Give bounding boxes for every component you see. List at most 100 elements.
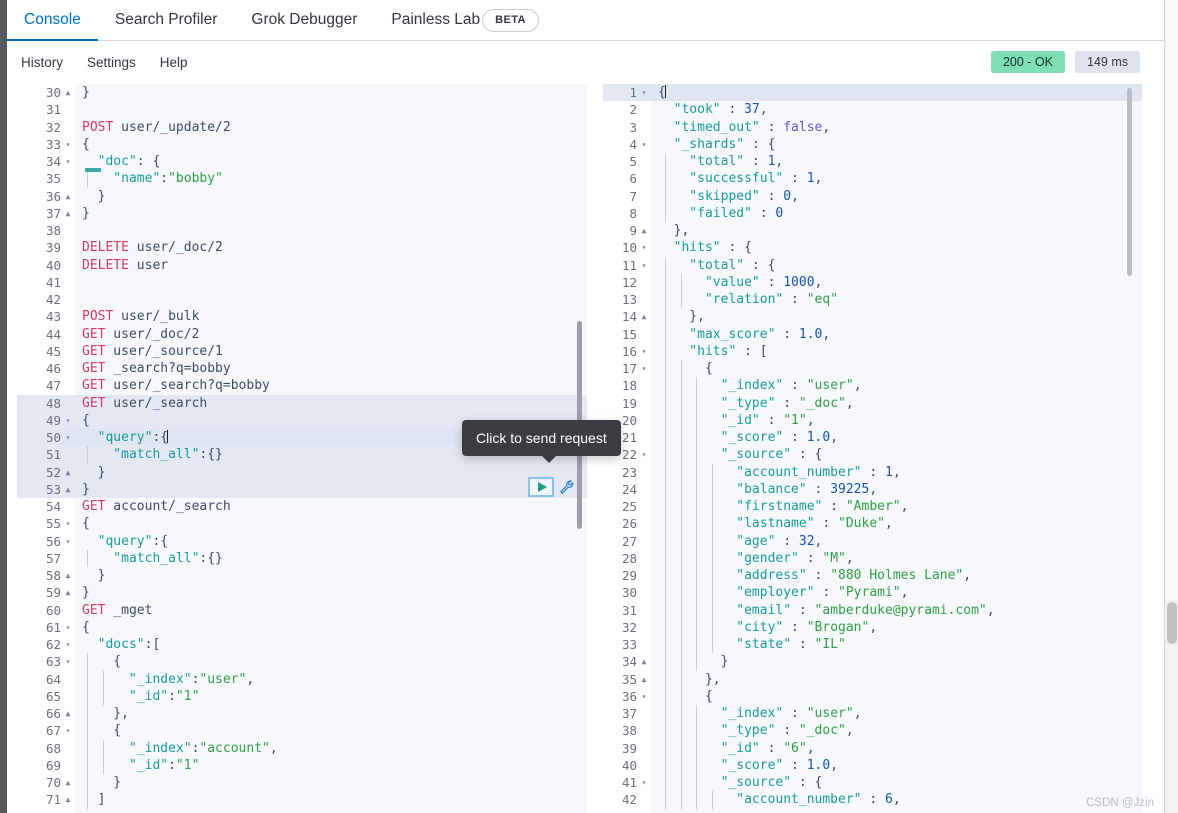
browser-scrollbar-thumb[interactable] [1167, 602, 1177, 644]
code-line[interactable]: 59 ▲} [17, 584, 587, 601]
fold-toggle-icon[interactable]: ▲ [637, 308, 651, 325]
code-line[interactable]: 54 GET account/_search [17, 498, 587, 515]
code-line[interactable]: 16 ▾ "hits" : [ [603, 342, 1142, 360]
tab-search-profiler[interactable]: Search Profiler [98, 0, 235, 41]
code-line[interactable]: 14 ▲ }, [603, 308, 1142, 326]
code-line[interactable]: 70 ▲ } [17, 774, 587, 792]
code-line[interactable]: 17 ▾ { [603, 360, 1142, 378]
code-line[interactable]: 57 "match_all":{} [17, 549, 587, 567]
code-line[interactable]: 32 "city" : "Brogan", [603, 618, 1142, 636]
fold-toggle-icon[interactable]: ▲ [61, 705, 75, 722]
fold-toggle-icon[interactable]: ▾ [61, 722, 75, 739]
code-line[interactable]: 27 "age" : 32, [603, 532, 1142, 550]
code-line[interactable]: 39 DELETE user/_doc/2 [17, 239, 587, 256]
code-line[interactable]: 55 ▾ { [17, 515, 587, 532]
code-line[interactable]: 31 "email" : "amberduke@pyrami.com", [603, 601, 1142, 619]
code-line[interactable]: 63 ▾ { [17, 653, 587, 671]
response-editor-scrollbar[interactable] [1127, 88, 1132, 276]
code-line[interactable]: 19 "_type" : "_doc", [603, 394, 1142, 412]
code-line[interactable]: 13 "relation" : "eq" [603, 291, 1142, 309]
code-line[interactable]: 34 ▲ } [603, 653, 1142, 671]
fold-toggle-icon[interactable]: ▾ [637, 239, 651, 256]
fold-toggle-icon[interactable]: ▲ [637, 671, 651, 688]
code-line[interactable]: 47 GET user/_search?q=bobby [17, 377, 587, 394]
code-line[interactable]: 6 "successful" : 1, [603, 170, 1142, 188]
code-line[interactable]: 3 "timed_out" : false, [603, 119, 1142, 136]
code-line[interactable]: 10 ▾ "hits" : { [603, 239, 1142, 256]
code-line[interactable]: 4 ▾ "_shards" : { [603, 136, 1142, 153]
code-line[interactable]: 37 "_index" : "user", [603, 705, 1142, 723]
code-line[interactable]: 22 ▾ "_source" : { [603, 446, 1142, 464]
code-line[interactable]: 20 "_id" : "1", [603, 411, 1142, 429]
code-line[interactable]: 68 "_index":"account", [17, 739, 587, 757]
fold-toggle-icon[interactable]: ▾ [61, 653, 75, 670]
code-line[interactable]: 30 ▲} [17, 84, 587, 101]
fold-toggle-icon[interactable]: ▲ [61, 567, 75, 584]
code-line[interactable]: 31 [17, 101, 587, 118]
code-line[interactable]: 26 "lastname" : "Duke", [603, 515, 1142, 533]
code-line[interactable]: 40 DELETE user [17, 257, 587, 274]
submenu-item-help[interactable]: Help [160, 55, 188, 70]
code-line[interactable]: 52 ▲ } [17, 463, 587, 481]
fold-toggle-icon[interactable]: ▲ [61, 84, 75, 101]
code-line[interactable]: 15 "max_score" : 1.0, [603, 325, 1142, 343]
code-line[interactable]: 37 ▲} [17, 205, 587, 222]
response-editor-code[interactable]: 1 ▾{2 "took" : 37, 3 "timed_out" : false, 4… [603, 84, 1142, 813]
code-line[interactable]: 60 GET _mget [17, 602, 587, 619]
fold-toggle-icon[interactable]: ▲ [61, 188, 75, 205]
code-line[interactable]: 18 "_index" : "user", [603, 377, 1142, 395]
code-line[interactable]: 71 ▲ ] [17, 791, 587, 809]
code-line[interactable]: 41 ▾ "_source" : { [603, 774, 1142, 792]
code-line[interactable]: 5 "total" : 1, [603, 153, 1142, 171]
code-line[interactable]: 38 [17, 222, 587, 239]
code-line[interactable]: 45 GET user/_source/1 [17, 343, 587, 360]
code-line[interactable]: 39 "_id" : "6", [603, 739, 1142, 757]
code-line[interactable]: 44 GET user/_doc/2 [17, 326, 587, 343]
fold-toggle-icon[interactable]: ▲ [637, 653, 651, 670]
code-line[interactable]: 11 ▾ "total" : { [603, 256, 1142, 274]
fold-toggle-icon[interactable]: ▲ [61, 774, 75, 791]
fold-toggle-icon[interactable]: ▲ [637, 222, 651, 239]
code-line[interactable]: 7 "skipped" : 0, [603, 187, 1142, 205]
fold-toggle-icon[interactable]: ▾ [61, 429, 75, 446]
code-line[interactable]: 61 ▾ { [17, 619, 587, 636]
code-line[interactable]: 9 ▲ }, [603, 222, 1142, 239]
code-line[interactable]: 46 GET _search?q=bobby [17, 360, 587, 377]
code-line[interactable]: 58 ▲ } [17, 567, 587, 584]
submenu-item-settings[interactable]: Settings [87, 55, 136, 70]
fold-toggle-icon[interactable]: ▲ [61, 584, 75, 601]
fold-toggle-icon[interactable]: ▾ [637, 688, 651, 705]
browser-scrollbar[interactable] [1164, 0, 1178, 813]
code-line[interactable]: 42 [17, 291, 587, 308]
tab-console[interactable]: Console [7, 0, 98, 42]
fold-toggle-icon[interactable]: ▾ [61, 153, 75, 170]
code-line[interactable]: 35 ▲ }, [603, 670, 1142, 688]
fold-toggle-icon[interactable]: ▾ [61, 533, 75, 550]
code-line[interactable]: 48 GET user/_search [17, 394, 587, 412]
fold-toggle-icon[interactable]: ▲ [61, 481, 75, 498]
code-line[interactable]: 2 "took" : 37, [603, 101, 1142, 118]
response-editor-pane[interactable]: 1 ▾{2 "took" : 37, 3 "timed_out" : false, 4… [603, 84, 1142, 813]
code-line[interactable]: 25 "firstname" : "Amber", [603, 498, 1142, 516]
fold-toggle-icon[interactable]: ▾ [637, 257, 651, 274]
code-line[interactable]: 66 ▲ }, [17, 705, 587, 723]
fold-toggle-icon[interactable]: ▾ [61, 136, 75, 153]
send-request-play-icon[interactable] [528, 477, 554, 497]
fold-toggle-icon[interactable]: ▾ [637, 136, 651, 153]
code-line[interactable]: 8 "failed" : 0 [603, 204, 1142, 222]
code-line[interactable]: 28 "gender" : "M", [603, 549, 1142, 567]
wrench-icon[interactable] [558, 479, 575, 496]
fold-toggle-icon[interactable]: ▾ [637, 343, 651, 360]
code-line[interactable]: 64 "_index":"user", [17, 670, 587, 688]
fold-toggle-icon[interactable]: ▾ [61, 619, 75, 636]
fold-toggle-icon[interactable]: ▲ [61, 791, 75, 808]
code-line[interactable]: 23 "account_number" : 1, [603, 463, 1142, 481]
code-line[interactable]: 43 POST user/_bulk [17, 308, 587, 325]
code-line[interactable]: 36 ▲ } [17, 188, 587, 205]
fold-toggle-icon[interactable]: ▾ [637, 446, 651, 463]
code-line[interactable]: 40 "_score" : 1.0, [603, 756, 1142, 774]
code-line[interactable]: 67 ▾ { [17, 722, 587, 740]
code-line[interactable]: 41 [17, 274, 587, 291]
code-line[interactable]: 33 ▾ { [17, 136, 587, 153]
fold-toggle-icon[interactable]: ▲ [61, 205, 75, 222]
